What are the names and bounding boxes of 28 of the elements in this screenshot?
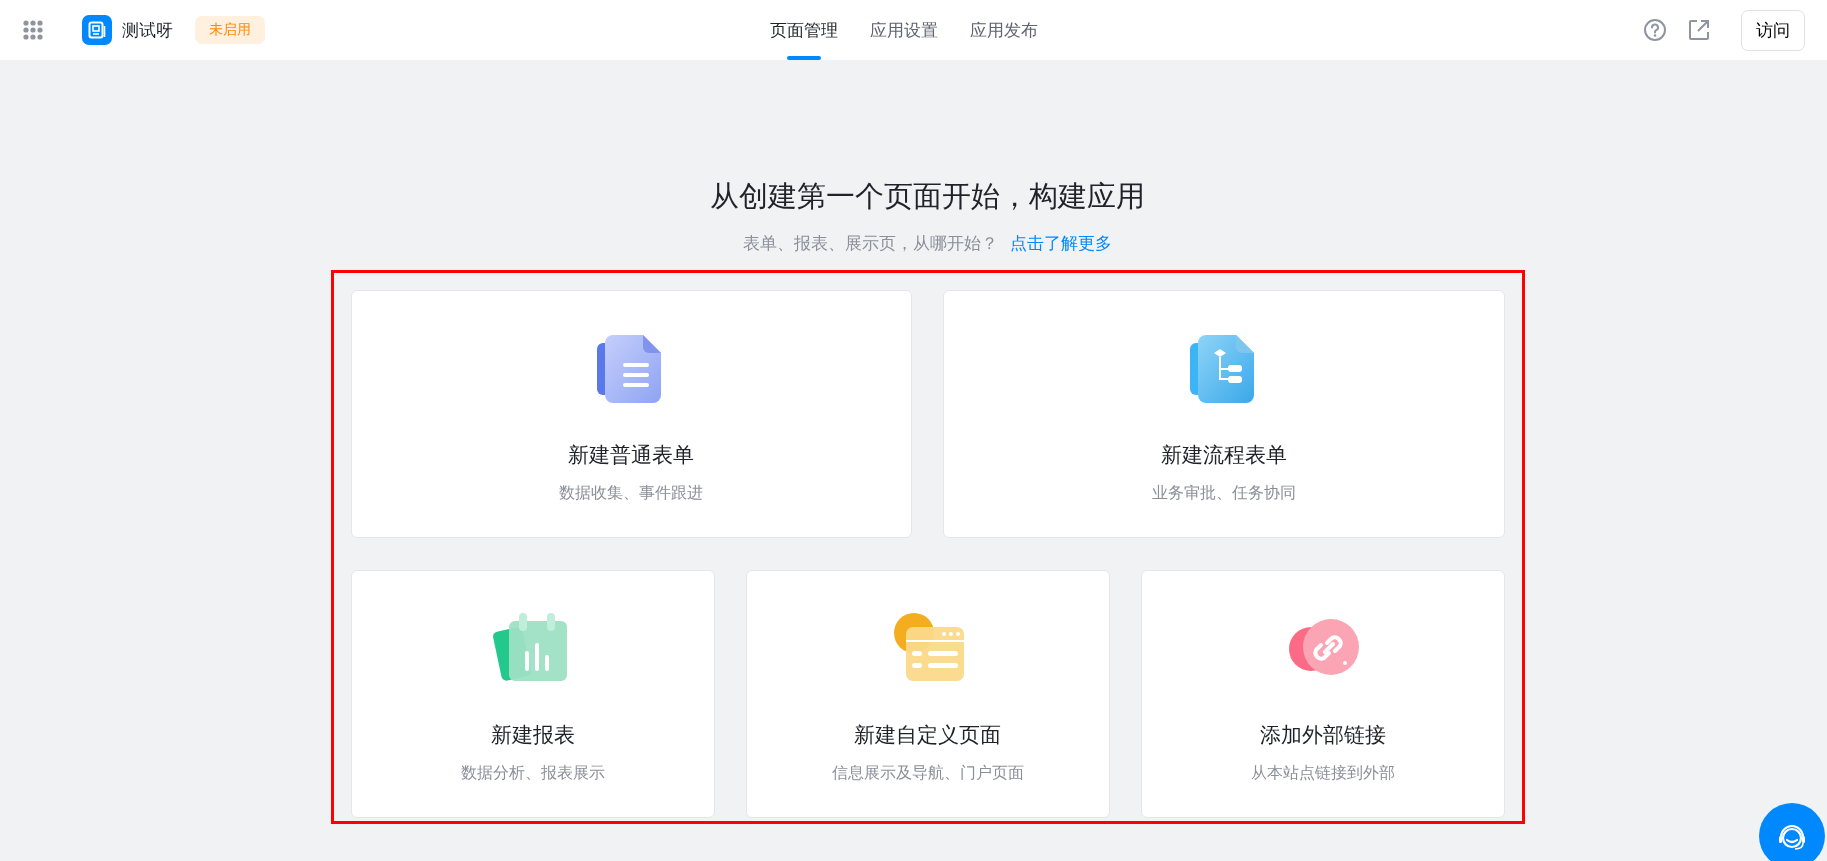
visit-button[interactable]: 访问 [1741, 9, 1805, 51]
app-grid-icon[interactable] [22, 19, 44, 41]
card-title: 新建报表 [490, 722, 575, 749]
card-title: 新建普通表单 [568, 442, 695, 469]
page-heading: 从创建第一个页面开始，构建应用 [710, 178, 1145, 215]
help-icon[interactable] [1643, 18, 1667, 42]
card-title: 新建自定义页面 [854, 722, 1001, 749]
card-description: 从本站点链接到外部 [1250, 763, 1395, 784]
external-link-icon[interactable] [1687, 18, 1711, 42]
card-description: 数据分析、报表展示 [460, 763, 605, 784]
card-title: 新建流程表单 [1160, 442, 1287, 469]
customer-service-button[interactable] [1759, 803, 1825, 861]
nav-tab[interactable]: 应用发布 [969, 0, 1038, 60]
create-page-card[interactable]: 新建流程表单 业务审批、任务协同 [943, 290, 1505, 538]
card-description: 业务审批、任务协同 [1151, 483, 1296, 504]
card-description: 数据收集、事件跟进 [559, 483, 704, 504]
app-name: 测试呀 [122, 18, 173, 42]
card-description: 信息展示及导航、门户页面 [831, 763, 1024, 784]
status-badge: 未启用 [195, 16, 265, 44]
card-title: 添加外部链接 [1259, 722, 1386, 749]
create-page-card[interactable]: 添加外部链接 从本站点链接到外部 [1140, 570, 1505, 818]
nav-tab[interactable]: 页面管理 [769, 0, 838, 60]
subtitle-text: 表单、报表、展示页，从哪开始？ [743, 232, 998, 255]
nav-tab[interactable]: 应用设置 [869, 0, 938, 60]
app-logo-icon [82, 15, 112, 45]
create-page-card[interactable]: 新建报表 数据分析、报表展示 [350, 570, 715, 818]
create-page-card[interactable]: 新建普通表单 数据收集、事件跟进 [350, 290, 912, 538]
create-page-card[interactable]: 新建自定义页面 信息展示及导航、门户页面 [745, 570, 1110, 818]
